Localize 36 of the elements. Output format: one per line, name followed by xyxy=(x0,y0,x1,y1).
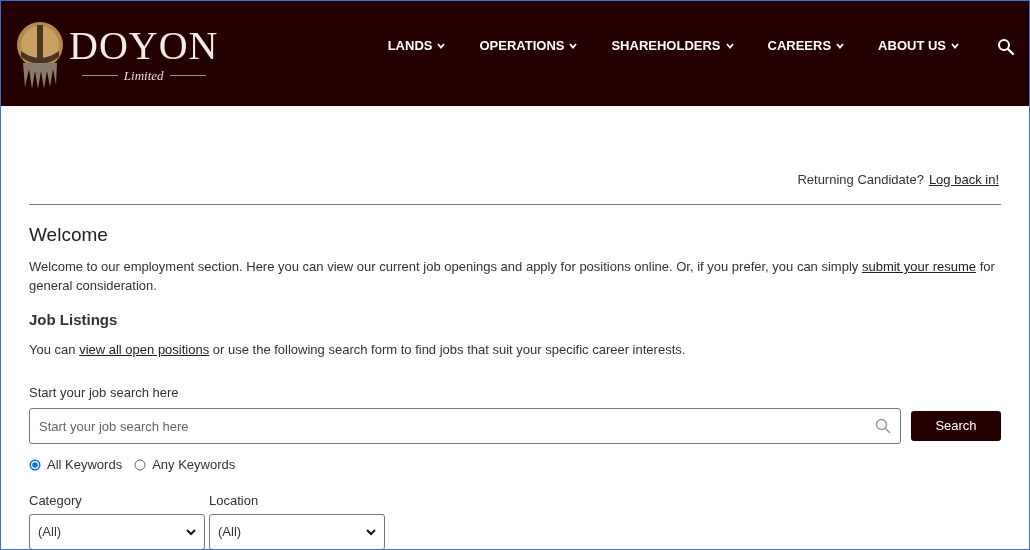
search-label: Start your job search here xyxy=(29,383,180,402)
logo-tagline: Limited xyxy=(123,67,164,84)
chevron-down-icon xyxy=(366,528,376,536)
filter-label: Category xyxy=(29,491,83,510)
search-icon xyxy=(875,418,891,434)
caret-icon xyxy=(836,42,845,49)
nav-link[interactable]: CAREERS xyxy=(767,35,845,56)
caret-icon xyxy=(725,42,734,49)
logo-text: DOYON xyxy=(69,23,219,68)
radio-button[interactable] xyxy=(29,458,41,471)
search-button[interactable]: Search xyxy=(911,411,1001,441)
section-heading: Job Listings xyxy=(29,310,119,330)
log-back-in-link[interactable]: Log back in! xyxy=(928,170,999,190)
nav-link[interactable]: ABOUT US xyxy=(878,35,959,56)
radio-button[interactable] xyxy=(134,458,147,471)
view-positions-link[interactable]: view all open positions xyxy=(79,341,210,357)
job-listings-paragraph: You can view all open positions or use the following search form to find jobs that suit your specific career interests. xyxy=(29,340,687,359)
section-heading: Welcome xyxy=(29,222,109,247)
returning-candidate-text: Returning Candidate? xyxy=(797,171,924,189)
submit-resume-link[interactable]: submit your resume xyxy=(861,259,977,274)
welcome-paragraph: Welcome to our employment section. Here you can view our current job openings and apply for positions online. Or, if you prefer, you can simply submit your resume for general consideration. xyxy=(29,258,996,295)
radio-label[interactable]: All Keywords xyxy=(47,455,123,475)
nav-link[interactable]: LANDS xyxy=(387,35,446,56)
nav-link[interactable]: OPERATIONS xyxy=(479,35,578,56)
caret-icon xyxy=(569,42,578,49)
nav-link[interactable]: SHAREHOLDERS xyxy=(611,35,734,56)
caret-icon xyxy=(951,42,959,49)
dropdown[interactable]: (All) xyxy=(209,514,385,549)
logo[interactable]: DOYON Limited xyxy=(15,18,219,89)
filter-label: Location xyxy=(209,491,260,510)
chevron-down-icon xyxy=(186,528,196,536)
search-icon[interactable] xyxy=(997,37,1015,56)
job-search-field[interactable]: Start your job search here xyxy=(29,408,901,444)
radio-label[interactable]: Any Keywords xyxy=(152,455,236,475)
dropdown[interactable]: (All) xyxy=(29,514,205,549)
caret-icon xyxy=(437,42,446,49)
